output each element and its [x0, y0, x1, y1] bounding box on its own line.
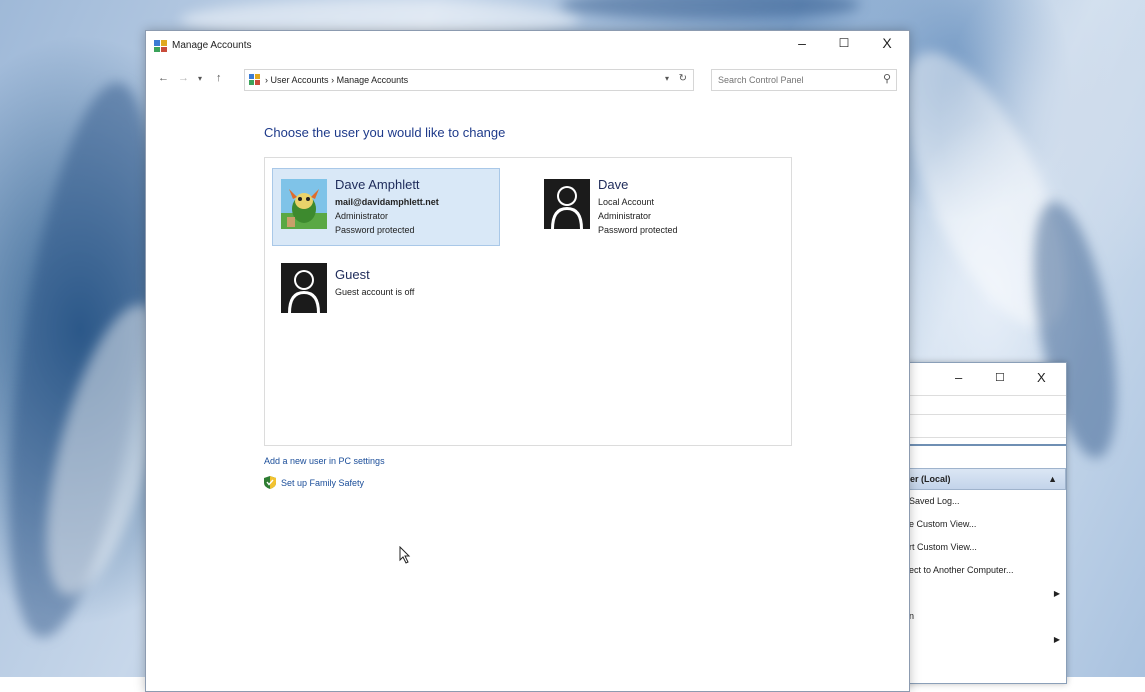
mouse-pointer-icon [399, 546, 411, 564]
action-item-label: ect to Another Computer... [909, 565, 1014, 575]
back-arrow-icon[interactable]: ← [158, 72, 169, 84]
account-name: Dave Amphlett [335, 177, 420, 192]
background-minimize-button[interactable]: – [955, 370, 962, 385]
account-status: Guest account is off [335, 287, 415, 297]
breadcrumb-item-user-accounts[interactable]: User Accounts [271, 75, 329, 85]
minimize-button[interactable]: – [792, 35, 812, 51]
add-new-user-link[interactable]: Add a new user in PC settings [264, 456, 385, 466]
search-icon[interactable]: ⚲ [883, 72, 891, 85]
submenu-arrow-icon: ▶ [1053, 589, 1060, 598]
breadcrumb: › User Accounts › Manage Accounts [265, 75, 408, 85]
recent-locations-icon[interactable]: ▾ [198, 74, 202, 83]
search-box[interactable]: ⚲ [711, 69, 897, 91]
address-row: ← → ▾ ↑ › User Accounts › Manage Account… [146, 67, 909, 93]
action-item[interactable]: ▶ [907, 628, 1066, 651]
breadcrumb-item-manage-accounts[interactable]: Manage Accounts [337, 75, 409, 85]
refresh-icon[interactable]: ↻ [679, 73, 687, 84]
account-tile-guest[interactable]: Guest Guest account is off [272, 252, 500, 330]
actions-section-header[interactable]: er (Local) ▲ [907, 468, 1066, 490]
forward-arrow-icon[interactable]: → [178, 72, 189, 84]
background-window-titlebar: – ☐ X [907, 363, 1066, 393]
background-separator [907, 438, 1066, 446]
background-maximize-button[interactable]: ☐ [995, 371, 1005, 384]
close-button[interactable]: X [877, 35, 897, 51]
account-type: Administrator [335, 211, 389, 221]
account-tile-dave[interactable]: Dave Local Account Administrator Passwor… [535, 168, 763, 246]
cartoon-avatar-icon [281, 179, 327, 229]
action-item[interactable]: n [907, 605, 1066, 628]
search-input[interactable] [718, 73, 868, 87]
address-bar[interactable]: › User Accounts › Manage Accounts ▾ ↻ [244, 69, 694, 91]
account-password-status: Password protected [335, 225, 415, 235]
default-user-avatar-icon [281, 263, 327, 313]
background-window: – ☐ X er (Local) ▲ Saved Log... e Custom … [906, 362, 1067, 684]
action-item-label: rt Custom View... [909, 542, 977, 552]
background-toolbar [907, 415, 1066, 438]
action-item[interactable]: e Custom View... [907, 513, 1066, 536]
page-heading: Choose the user you would like to change [264, 125, 506, 140]
action-item-label: Saved Log... [909, 496, 960, 506]
accounts-panel: Dave Amphlett mail@davidamphlett.net Adm… [264, 157, 792, 446]
background-menu-bar [907, 395, 1066, 415]
family-safety-link[interactable]: Set up Family Safety [281, 478, 364, 488]
account-name: Dave [598, 177, 629, 192]
action-item[interactable]: ect to Another Computer... [907, 559, 1066, 582]
action-item[interactable]: ▶ [907, 582, 1066, 605]
action-item[interactable]: Saved Log... [907, 490, 1066, 513]
maximize-button[interactable]: ☐ [834, 36, 854, 50]
breadcrumb-separator: › [331, 75, 335, 85]
breadcrumb-separator: › [265, 75, 268, 85]
account-type: Administrator [598, 211, 652, 221]
window-title: Manage Accounts [172, 40, 252, 51]
account-password-status: Password protected [598, 225, 678, 235]
address-dropdown-icon[interactable]: ▾ [665, 74, 669, 83]
action-item[interactable]: rt Custom View... [907, 536, 1066, 559]
actions-section-label: er (Local) [910, 474, 951, 484]
control-panel-icon [154, 40, 167, 52]
submenu-arrow-icon: ▶ [1053, 635, 1060, 644]
background-close-button[interactable]: X [1037, 370, 1046, 385]
account-tile-dave-amphlett[interactable]: Dave Amphlett mail@davidamphlett.net Adm… [272, 168, 500, 246]
account-name: Guest [335, 267, 370, 282]
actions-list: Saved Log... e Custom View... rt Custom Vi… [907, 490, 1066, 651]
control-panel-icon [249, 74, 260, 85]
up-arrow-icon[interactable]: ↑ [216, 72, 222, 84]
account-kind: Local Account [598, 197, 655, 207]
family-safety-shield-icon [264, 476, 276, 489]
collapse-icon[interactable]: ▲ [1048, 469, 1057, 489]
window-titlebar: Manage Accounts – ☐ X [146, 31, 909, 61]
default-user-avatar-icon [544, 179, 590, 229]
action-item-label: e Custom View... [909, 519, 977, 529]
manage-accounts-window: Manage Accounts – ☐ X ← → ▾ ↑ › User Acc… [145, 30, 910, 692]
account-email: mail@davidamphlett.net [335, 197, 439, 207]
